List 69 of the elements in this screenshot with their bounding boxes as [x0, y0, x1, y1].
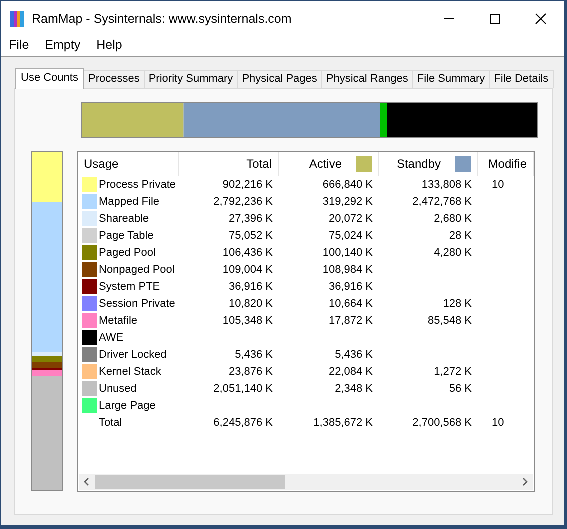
table-cell: 133,808 K: [422, 178, 472, 190]
table-cell: Shareable: [99, 212, 150, 224]
menu-item[interactable]: File: [1, 38, 38, 52]
table-cell: 1,272 K: [434, 366, 472, 378]
table-cell: Paged Pool: [99, 246, 156, 258]
table-cell: Large Page: [99, 400, 156, 412]
table-cell: Driver Locked: [99, 348, 167, 360]
column-header[interactable]: Modifie: [478, 152, 534, 176]
table-cell: Kernel Stack: [99, 366, 162, 378]
table-cell: 5,436 K: [235, 348, 273, 360]
table-cell: 2,051,140 K: [214, 382, 273, 394]
tab[interactable]: Use Counts: [15, 68, 84, 89]
table-cell: Process Private: [99, 178, 176, 190]
table-cell: 75,052 K: [228, 230, 273, 242]
table-cell: Total: [99, 416, 122, 428]
table-cell: Page Table: [99, 230, 154, 242]
table-cell: 108,984 K: [322, 264, 373, 276]
table-cell: 36,916 K: [328, 280, 373, 292]
table-cell: 36,916 K: [228, 280, 273, 292]
table-cell: 2,680 K: [434, 212, 472, 224]
table-cell: 5,436 K: [335, 348, 373, 360]
table-cell: 1,385,672 K: [314, 416, 373, 428]
close-icon: [535, 12, 547, 24]
table-cell: 902,216 K: [222, 178, 273, 190]
table-cell: 109,004 K: [222, 264, 273, 276]
column-header[interactable]: Standby: [379, 152, 478, 176]
table-cell: 2,792,236 K: [214, 196, 273, 208]
table-cell: 4,280 K: [434, 246, 472, 258]
table-cell: 666,840 K: [322, 178, 373, 190]
menu-item[interactable]: Help: [88, 38, 130, 52]
table-cell: AWE: [99, 332, 124, 344]
table-cell: 319,292 K: [322, 196, 373, 208]
menu-item[interactable]: Empty: [37, 38, 89, 52]
table-cell: Unused: [99, 382, 137, 394]
table-cell: Session Private: [99, 298, 176, 310]
table-cell: 85,548 K: [428, 314, 472, 326]
tab[interactable]: File Details: [489, 70, 554, 88]
table-cell: 105,348 K: [222, 314, 273, 326]
table-cell: 23,876 K: [228, 366, 273, 378]
table-cell: 2,700,568 K: [412, 416, 472, 428]
table-cell: 128 K: [443, 298, 472, 310]
maximize-icon: [489, 12, 501, 24]
table-cell: 10,820 K: [228, 298, 273, 310]
table-cell: System PTE: [99, 280, 160, 292]
column-header[interactable]: Usage: [78, 152, 179, 176]
table-cell: 20,072 K: [328, 212, 373, 224]
table-cell: 106,436 K: [222, 246, 273, 258]
table-cell: Mapped File: [99, 196, 160, 208]
window-title: RamMap - Sysinternals: www.sysinternals.com: [32, 12, 293, 26]
table-cell: 10,664 K: [328, 298, 373, 310]
table-cell: 56 K: [449, 382, 472, 394]
table-cell: 22,084 K: [328, 366, 373, 378]
table-cell: 28 K: [449, 230, 472, 242]
table-cell: 27,396 K: [228, 212, 273, 224]
table-cell: 17,872 K: [328, 314, 373, 326]
table-cell: 10: [492, 178, 504, 190]
table-cell: 75,024 K: [328, 230, 373, 242]
horizontal-scrollbar[interactable]: [79, 474, 533, 490]
table-cell: 100,140 K: [322, 246, 373, 258]
column-header[interactable]: Total: [179, 152, 279, 176]
table-cell: 2,348 K: [335, 382, 373, 394]
column-header[interactable]: Active: [279, 152, 379, 176]
table-cell: 10: [492, 416, 504, 428]
app-icon: [10, 10, 24, 26]
table-cell: 6,245,876 K: [214, 416, 273, 428]
table-cell: Nonpaged Pool: [99, 264, 175, 276]
table-cell: 2,472,768 K: [412, 196, 472, 208]
table-cell: Metafile: [99, 314, 138, 326]
scroll-thumb[interactable]: [95, 474, 285, 488]
